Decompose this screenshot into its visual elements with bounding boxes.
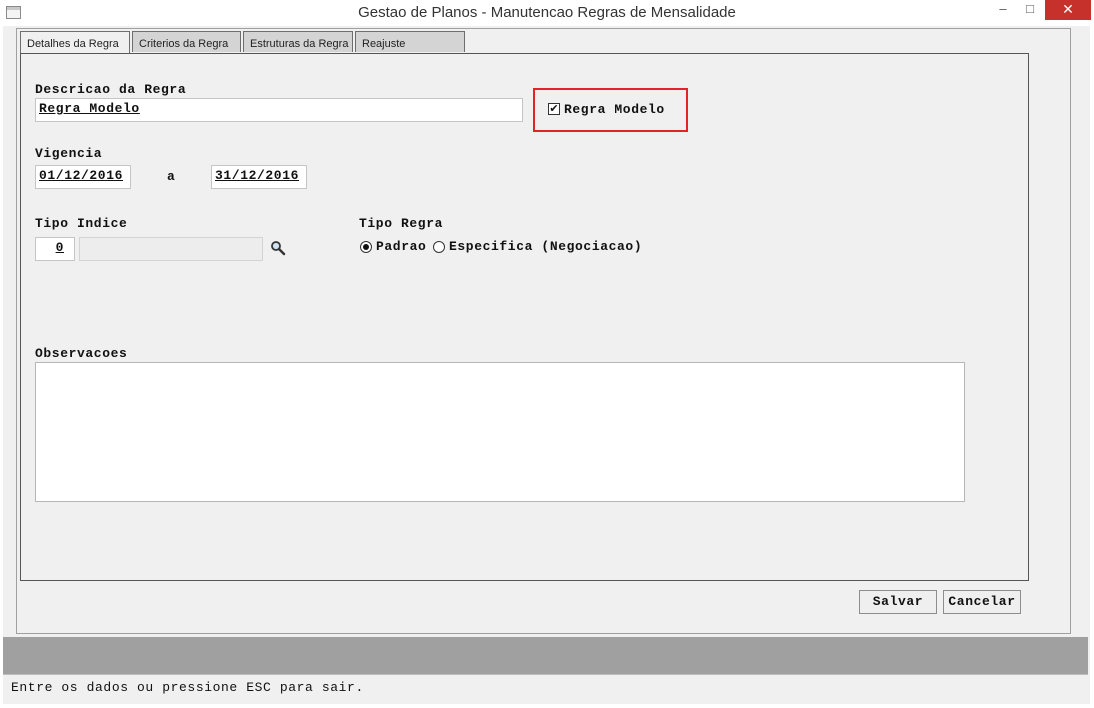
tab-estruturas-da-regra[interactable]: Estruturas da Regra: [243, 31, 353, 52]
close-button[interactable]: ✕: [1045, 0, 1091, 20]
maximize-button[interactable]: □: [1017, 0, 1043, 20]
descricao-label: Descricao da Regra: [35, 82, 187, 97]
vigencia-to-input[interactable]: 31/12/2016: [211, 165, 307, 189]
observacoes-textarea[interactable]: [35, 362, 965, 502]
radio-selected-dot: [363, 244, 369, 250]
tipo-indice-value: 0: [55, 240, 64, 255]
status-bar: Entre os dados ou pressione ESC para sai…: [3, 674, 1088, 702]
radio-padrao[interactable]: [360, 241, 372, 253]
tab-detalhes-da-regra[interactable]: Detalhes da Regra: [20, 31, 130, 54]
radio-especifica[interactable]: [433, 241, 445, 253]
vigencia-from-input[interactable]: 01/12/2016: [35, 165, 131, 189]
tab-reajuste[interactable]: Reajuste: [355, 31, 465, 52]
tipo-indice-label: Tipo Indice: [35, 216, 128, 231]
descricao-value: Regra Modelo: [39, 101, 140, 116]
salvar-button[interactable]: Salvar: [859, 590, 937, 614]
minimize-button[interactable]: –: [990, 0, 1016, 20]
cancelar-button[interactable]: Cancelar: [943, 590, 1021, 614]
tipo-indice-input[interactable]: 0: [35, 237, 75, 261]
tipo-regra-label: Tipo Regra: [359, 216, 444, 231]
vigencia-to-value: 31/12/2016: [215, 168, 300, 183]
tipo-indice-description: [79, 237, 263, 261]
regra-modelo-checkbox[interactable]: ✔: [548, 103, 560, 115]
descricao-input[interactable]: Regra Modelo: [35, 98, 523, 122]
observacoes-label: Observacoes: [35, 346, 128, 361]
vigencia-from-value: 01/12/2016: [39, 168, 124, 183]
search-icon[interactable]: [270, 240, 286, 256]
checkmark-icon: ✔: [549, 103, 559, 115]
radio-padrao-label: Padrao: [376, 239, 427, 254]
message-bar: [3, 637, 1088, 674]
window-title: Gestao de Planos - Manutencao Regras de …: [358, 4, 736, 21]
vigencia-label: Vigencia: [35, 146, 103, 161]
regra-modelo-label: Regra Modelo: [564, 102, 665, 117]
radio-especifica-label: Especifica (Negociacao): [449, 239, 643, 254]
tab-criterios-da-regra[interactable]: Criterios da Regra: [132, 31, 241, 52]
vigencia-separator: a: [167, 169, 176, 184]
title-bar: Gestao de Planos - Manutencao Regras de …: [0, 0, 1094, 26]
